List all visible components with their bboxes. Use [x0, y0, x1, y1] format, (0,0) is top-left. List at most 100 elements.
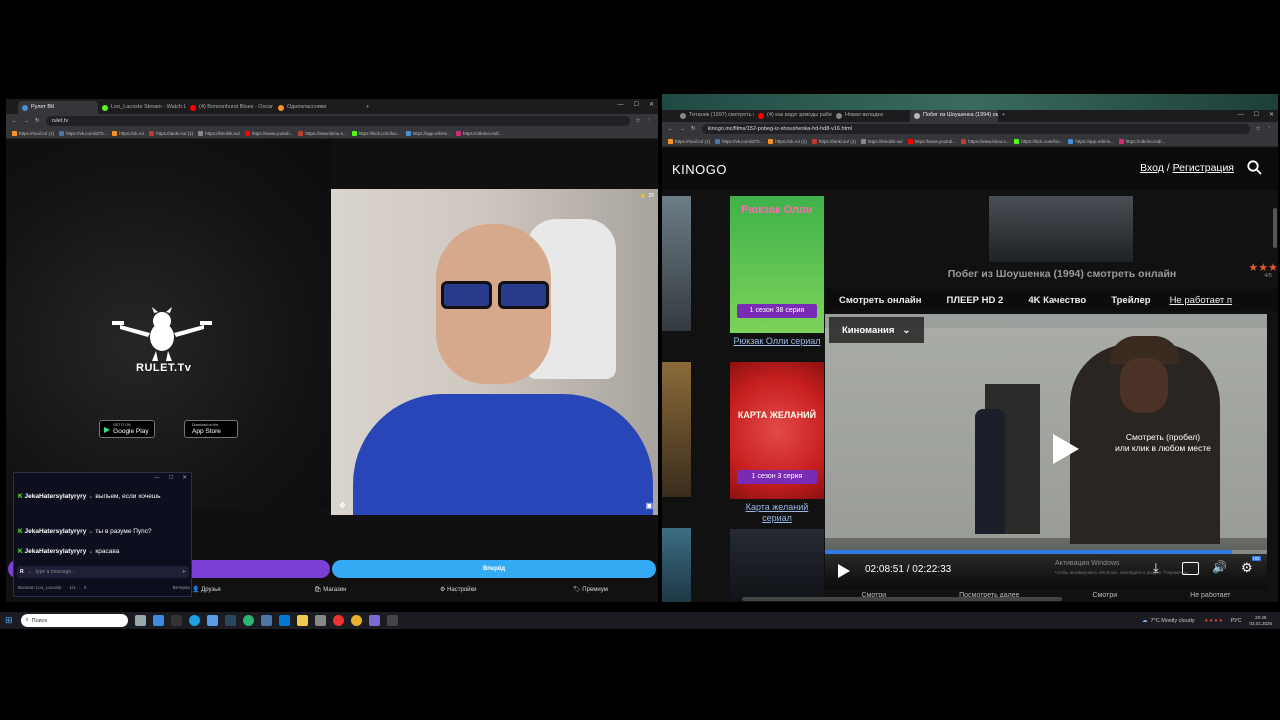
maximize-icon[interactable]: ☐ — [1254, 110, 1259, 120]
taskbar-search[interactable]: ⌕ Поиск — [20, 614, 128, 627]
bookmark-item[interactable]: https://www.bimu.s... — [961, 138, 1009, 144]
bookmark-item[interactable]: https://www.bimu.s... — [298, 130, 347, 136]
back-icon[interactable]: ← — [668, 126, 674, 132]
right-tab-0[interactable]: Титаник (1997) смотреть онл... — [676, 110, 754, 122]
language-indicator[interactable]: РУС — [1230, 618, 1241, 624]
bookmark-star-icon[interactable]: ☆ — [636, 118, 641, 124]
kinogo-logo[interactable]: KINOGO — [672, 162, 727, 177]
minimize-icon[interactable]: — — [154, 475, 160, 481]
forward-icon[interactable]: → — [680, 126, 686, 132]
tab-4k[interactable]: 4K Качество — [1010, 295, 1093, 306]
chat-username[interactable]: JekaHatersylatyryry — [25, 548, 87, 555]
maximize-icon[interactable]: ☐ — [168, 475, 173, 481]
menu-icon[interactable]: ⋮ — [647, 118, 653, 124]
bookmark-item[interactable]: https://vk.com/id70... — [59, 130, 107, 136]
webcam-video[interactable]: ★ 25 ▣ ✥ — [331, 189, 658, 515]
right-url-field[interactable]: kinogo.inc/films/152-pobeg-iz-shoushenka… — [701, 124, 1250, 134]
bookmark-item[interactable]: https://kinobik.su/ — [198, 130, 240, 136]
opera-icon[interactable] — [332, 615, 344, 626]
steam-icon[interactable] — [224, 615, 236, 626]
close-icon[interactable]: ✕ — [649, 99, 654, 112]
report-icon[interactable]: ▣ — [645, 501, 653, 510]
bookmark-item[interactable]: https://app.rebins... — [405, 130, 451, 136]
weather-text[interactable]: 7°C Mostly cloudy — [1151, 618, 1195, 624]
bookmark-item[interactable]: https://mail.ru/ (1) — [668, 138, 710, 144]
google-play-button[interactable]: ▶ GET IT ON Google Play — [99, 420, 155, 438]
new-tab-button[interactable]: + — [998, 110, 1009, 122]
bookmark-item[interactable]: https://vk.com/id70... — [715, 138, 763, 144]
settings-gear-icon[interactable]: ⚙ — [1241, 560, 1253, 576]
play-icon[interactable] — [1051, 432, 1081, 466]
tab-not-working[interactable]: Не работает п — [1158, 295, 1233, 306]
edge-icon[interactable] — [188, 615, 200, 626]
login-link[interactable]: Вход — [1140, 162, 1164, 174]
search-icon[interactable] — [1247, 160, 1262, 175]
bookmark-item[interactable]: https://app.rebins... — [1068, 138, 1114, 144]
rating-stars[interactable]: ★★★ — [1248, 261, 1278, 274]
left-tab-1[interactable]: Loo_Lacoste Stream - Watch Li... — [98, 101, 186, 114]
bookmark-item[interactable]: https://otkrino.md/... — [455, 130, 502, 136]
close-icon[interactable]: ✕ — [1269, 110, 1274, 120]
video-player[interactable]: Киномания ⌄ Смотреть (пробел) или клик в… — [825, 314, 1267, 589]
volume-icon[interactable]: 🔊 — [1212, 560, 1227, 574]
series-card[interactable]: КАРТА ЖЕЛАНИЙ 1 сезон 3 серия Карта жела… — [730, 362, 824, 527]
bookmark-item[interactable]: https://tanki.su/ (1) — [811, 138, 856, 144]
tab-watch-online[interactable]: Смотреть онлайн — [825, 295, 929, 306]
terminal-icon[interactable] — [170, 615, 182, 626]
left-tab-0[interactable]: Рулет ВК — [18, 101, 98, 114]
bookmark-item[interactable]: https://kinobik.su/ — [860, 138, 903, 144]
windows-start-icon[interactable]: ⊞ — [5, 615, 13, 626]
side-poster[interactable] — [662, 362, 691, 497]
player-source-select[interactable]: Киномания ⌄ — [829, 317, 924, 343]
move-icon[interactable]: ✥ — [339, 501, 346, 510]
forward-icon[interactable]: → — [24, 118, 30, 124]
chat-input[interactable]: type a message... — [36, 569, 178, 575]
tray-icons[interactable]: ● ● ● ● — [1205, 618, 1223, 624]
chat-username[interactable]: JekaHatersylatyryry — [25, 528, 87, 535]
bookmark-item[interactable]: https://tanki.su/ (1) — [149, 130, 193, 136]
start-button[interactable]: Вперёд — [332, 560, 656, 578]
bottom-link[interactable]: Смотри — [1093, 592, 1118, 602]
weather-icon[interactable]: ☁ — [1142, 618, 1148, 624]
chrome-icon[interactable] — [368, 615, 380, 626]
settings-nav[interactable]: ⚙ Настройки — [440, 586, 476, 593]
clock[interactable]: 20:45 03.01.2026 — [1249, 615, 1272, 626]
play-button-icon[interactable] — [837, 563, 851, 579]
reload-icon[interactable]: ↻ — [691, 126, 696, 132]
series-card[interactable] — [730, 529, 824, 602]
bookmark-item[interactable]: https://otkrino.md/... — [1118, 138, 1165, 144]
app-store-button[interactable]: Download on the App Store — [184, 420, 238, 438]
tab-trailer[interactable]: Трейлер — [1093, 295, 1157, 306]
pip-icon[interactable] — [1182, 562, 1199, 575]
bookmark-item[interactable]: https://ok.ru/ — [112, 130, 144, 136]
explorer-icon[interactable] — [296, 615, 308, 626]
widgets-icon[interactable] — [152, 615, 164, 626]
bookmark-item[interactable]: https://kick.com/loo... — [351, 130, 401, 136]
side-poster[interactable] — [662, 528, 691, 602]
new-tab-button[interactable]: + — [362, 101, 373, 114]
bookmark-item[interactable]: https://ok.ru/ (1) — [768, 138, 807, 144]
side-poster[interactable] — [662, 196, 691, 331]
menu-icon[interactable]: ⋮ — [1267, 126, 1273, 132]
chrome-icon[interactable] — [350, 615, 362, 626]
mail-icon[interactable] — [278, 615, 290, 626]
bookmark-item[interactable]: https://www.youtub... — [907, 138, 956, 144]
minimize-icon[interactable]: — — [1238, 110, 1244, 120]
app-icon[interactable] — [314, 615, 326, 626]
right-tab-2[interactable]: Новая вкладка — [832, 110, 910, 122]
avatar[interactable]: R — [20, 569, 24, 575]
premium-nav[interactable]: 🏷 Премиум — [573, 586, 608, 593]
left-tab-3[interactable]: Одноклассники — [274, 101, 362, 114]
close-icon[interactable]: ✕ — [182, 475, 187, 481]
vk-icon[interactable] — [260, 615, 272, 626]
bottom-link[interactable]: Не работает — [1190, 592, 1230, 602]
right-tab-1[interactable]: (4) как видя эрмоды рабея так... — [754, 110, 832, 122]
app-icon[interactable] — [242, 615, 254, 626]
store-icon[interactable] — [206, 615, 218, 626]
series-card[interactable]: Рюкзак Олли 1 сезон 38 серия Рюкзак Олли… — [730, 196, 824, 348]
left-url-field[interactable]: rulet.tv — [45, 116, 630, 126]
shop-nav[interactable]: 🛍 Магазин — [314, 586, 346, 593]
right-tab-3[interactable]: Побег из Шоушенка (1994) см... — [910, 110, 998, 122]
left-tab-2[interactable]: (4) Bonsonhurst Blues - Oscar I... — [186, 101, 274, 114]
obs-icon[interactable] — [386, 615, 398, 626]
